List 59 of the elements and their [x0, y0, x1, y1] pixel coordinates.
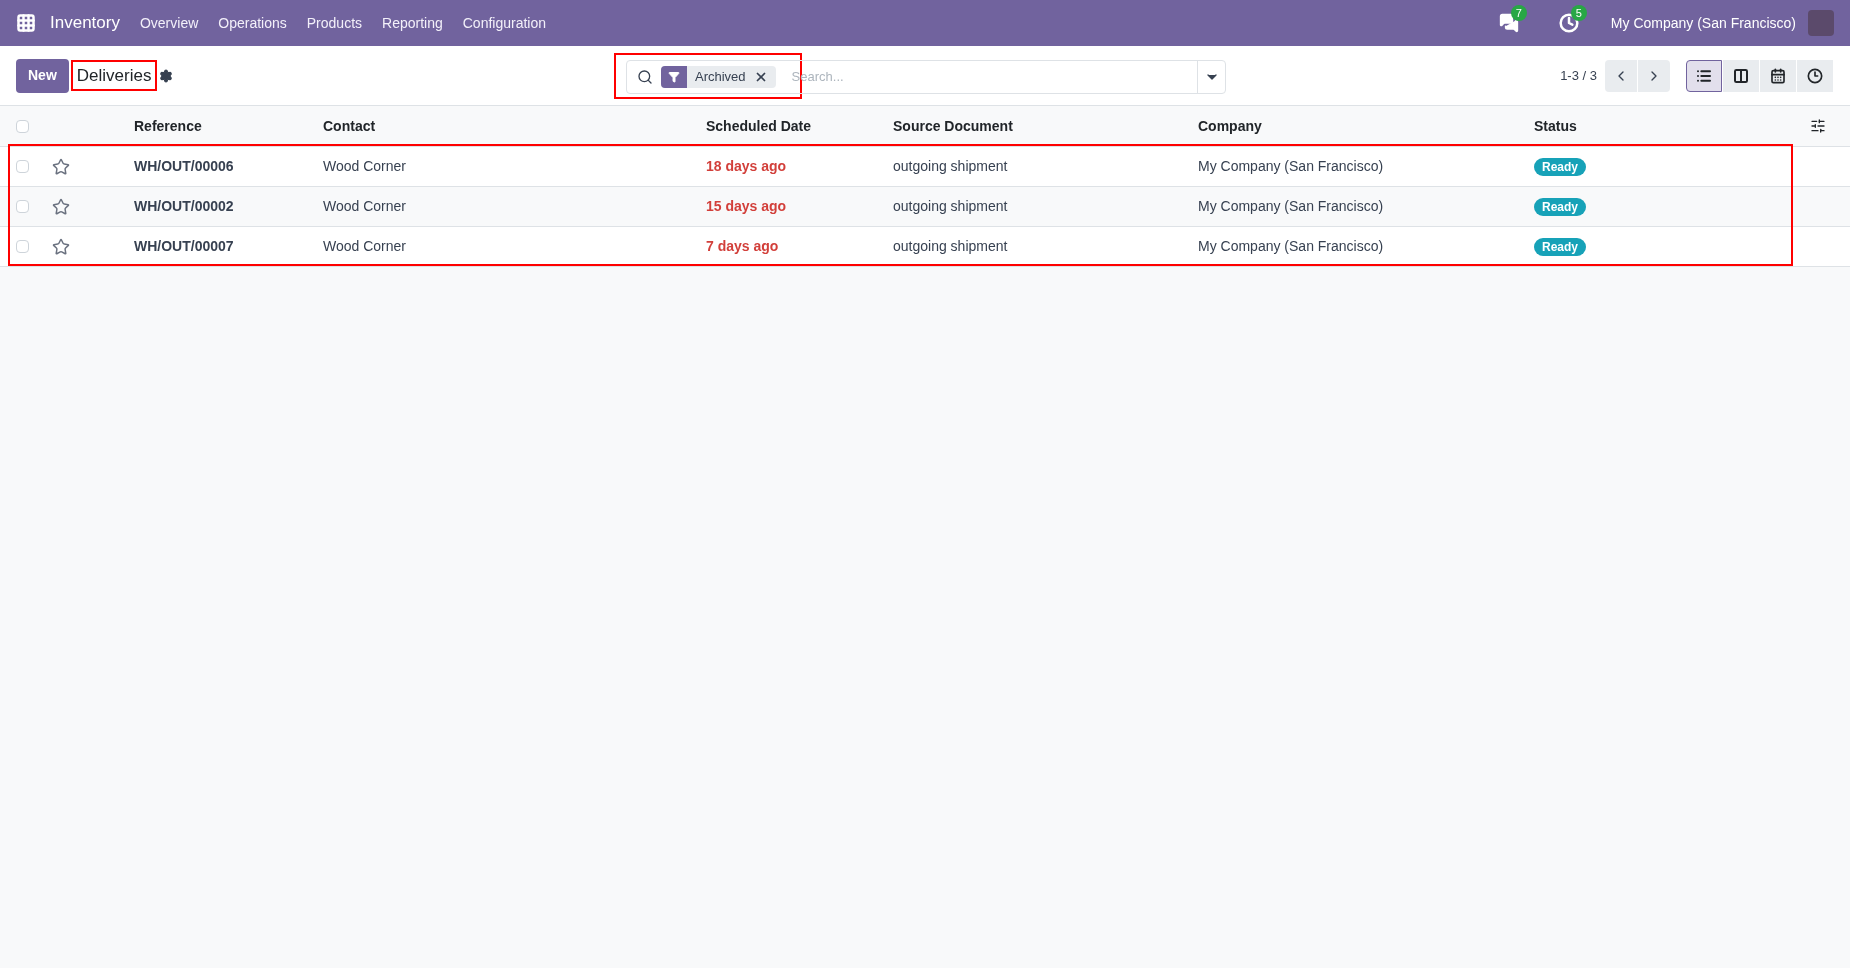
- status-badge: Ready: [1534, 158, 1587, 176]
- select-all-checkbox[interactable]: [16, 119, 29, 133]
- view-switch-button[interactable]: [1797, 59, 1833, 92]
- row-checkbox[interactable]: [16, 200, 29, 213]
- table-row[interactable]: WH/OUT/00007 Wood Corner 7 days ago outgoing shipment My Company (San Francisco) Ready: [0, 227, 1850, 267]
- filter-icon: [668, 71, 680, 83]
- table-cell-text: My Company (San Francisco): [1198, 157, 1385, 176]
- row-checkbox[interactable]: [16, 160, 29, 173]
- column-header[interactable]: Scheduled Date: [706, 115, 893, 137]
- table-cell-text: 7 days ago: [706, 237, 780, 256]
- apps-menu-icon[interactable]: [16, 13, 36, 33]
- table-cell-text: outgoing shipment: [893, 197, 1009, 216]
- table-cell-text: 18 days ago: [706, 157, 788, 176]
- star-icon[interactable]: [52, 237, 70, 256]
- facet-label: Archived: [694, 68, 747, 87]
- menu-item[interactable]: Overview: [139, 12, 199, 34]
- menu-item[interactable]: Reporting: [382, 12, 443, 34]
- view-switch-button[interactable]: [1686, 59, 1722, 92]
- settings-icon[interactable]: [159, 68, 174, 83]
- company-switcher[interactable]: My Company (San Francisco): [1610, 12, 1796, 34]
- search-icon[interactable]: [637, 69, 653, 85]
- list-view-icon: [1696, 67, 1712, 84]
- menu-item[interactable]: Configuration: [462, 12, 546, 34]
- star-icon[interactable]: [52, 157, 70, 176]
- new-button[interactable]: New: [16, 58, 69, 93]
- kanban-view-icon: [1733, 67, 1749, 84]
- clock-icon: [1807, 67, 1823, 84]
- column-header[interactable]: Source Document: [893, 115, 1198, 137]
- table-cell-text: My Company (San Francisco): [1198, 197, 1385, 216]
- table-cell-text: outgoing shipment: [893, 237, 1009, 256]
- menu-item[interactable]: Products: [306, 12, 363, 34]
- table-row[interactable]: WH/OUT/00006 Wood Corner 18 days ago outgoing shipment My Company (San Francisco) Ready: [0, 147, 1850, 187]
- column-header[interactable]: Status: [1534, 115, 1810, 137]
- table-cell-text: Wood Corner: [323, 197, 407, 216]
- activity-count-badge: 5: [1570, 5, 1587, 21]
- status-badge: Ready: [1534, 198, 1587, 216]
- message-count-badge: 7: [1510, 5, 1527, 21]
- table-cell-text: WH/OUT/00002: [134, 197, 235, 216]
- table-cell-text: My Company (San Francisco): [1198, 237, 1385, 256]
- column-header[interactable]: Contact: [323, 115, 706, 137]
- star-icon[interactable]: [52, 197, 70, 216]
- calendar-icon: [1770, 67, 1786, 84]
- table-cell-text: WH/OUT/00007: [134, 237, 235, 256]
- row-checkbox[interactable]: [16, 240, 29, 253]
- status-badge: Ready: [1534, 238, 1587, 256]
- app-name[interactable]: Inventory: [50, 10, 120, 36]
- table-cell-text: WH/OUT/00006: [134, 157, 235, 176]
- optional-columns-icon[interactable]: [1810, 118, 1826, 134]
- view-switch-button[interactable]: [1723, 59, 1759, 92]
- table-cell-text: Wood Corner: [323, 237, 407, 256]
- column-header[interactable]: Company: [1198, 115, 1534, 137]
- view-switch-button[interactable]: [1760, 59, 1796, 92]
- table-cell-text: Wood Corner: [323, 157, 407, 176]
- page-title: Deliveries: [70, 59, 158, 92]
- table-cell-text: 15 days ago: [706, 197, 788, 216]
- column-header[interactable]: Reference: [134, 115, 323, 137]
- table-cell-text: outgoing shipment: [893, 157, 1009, 176]
- menu-item[interactable]: Operations: [218, 12, 287, 34]
- pager-value: 1-3 / 3: [1560, 66, 1597, 85]
